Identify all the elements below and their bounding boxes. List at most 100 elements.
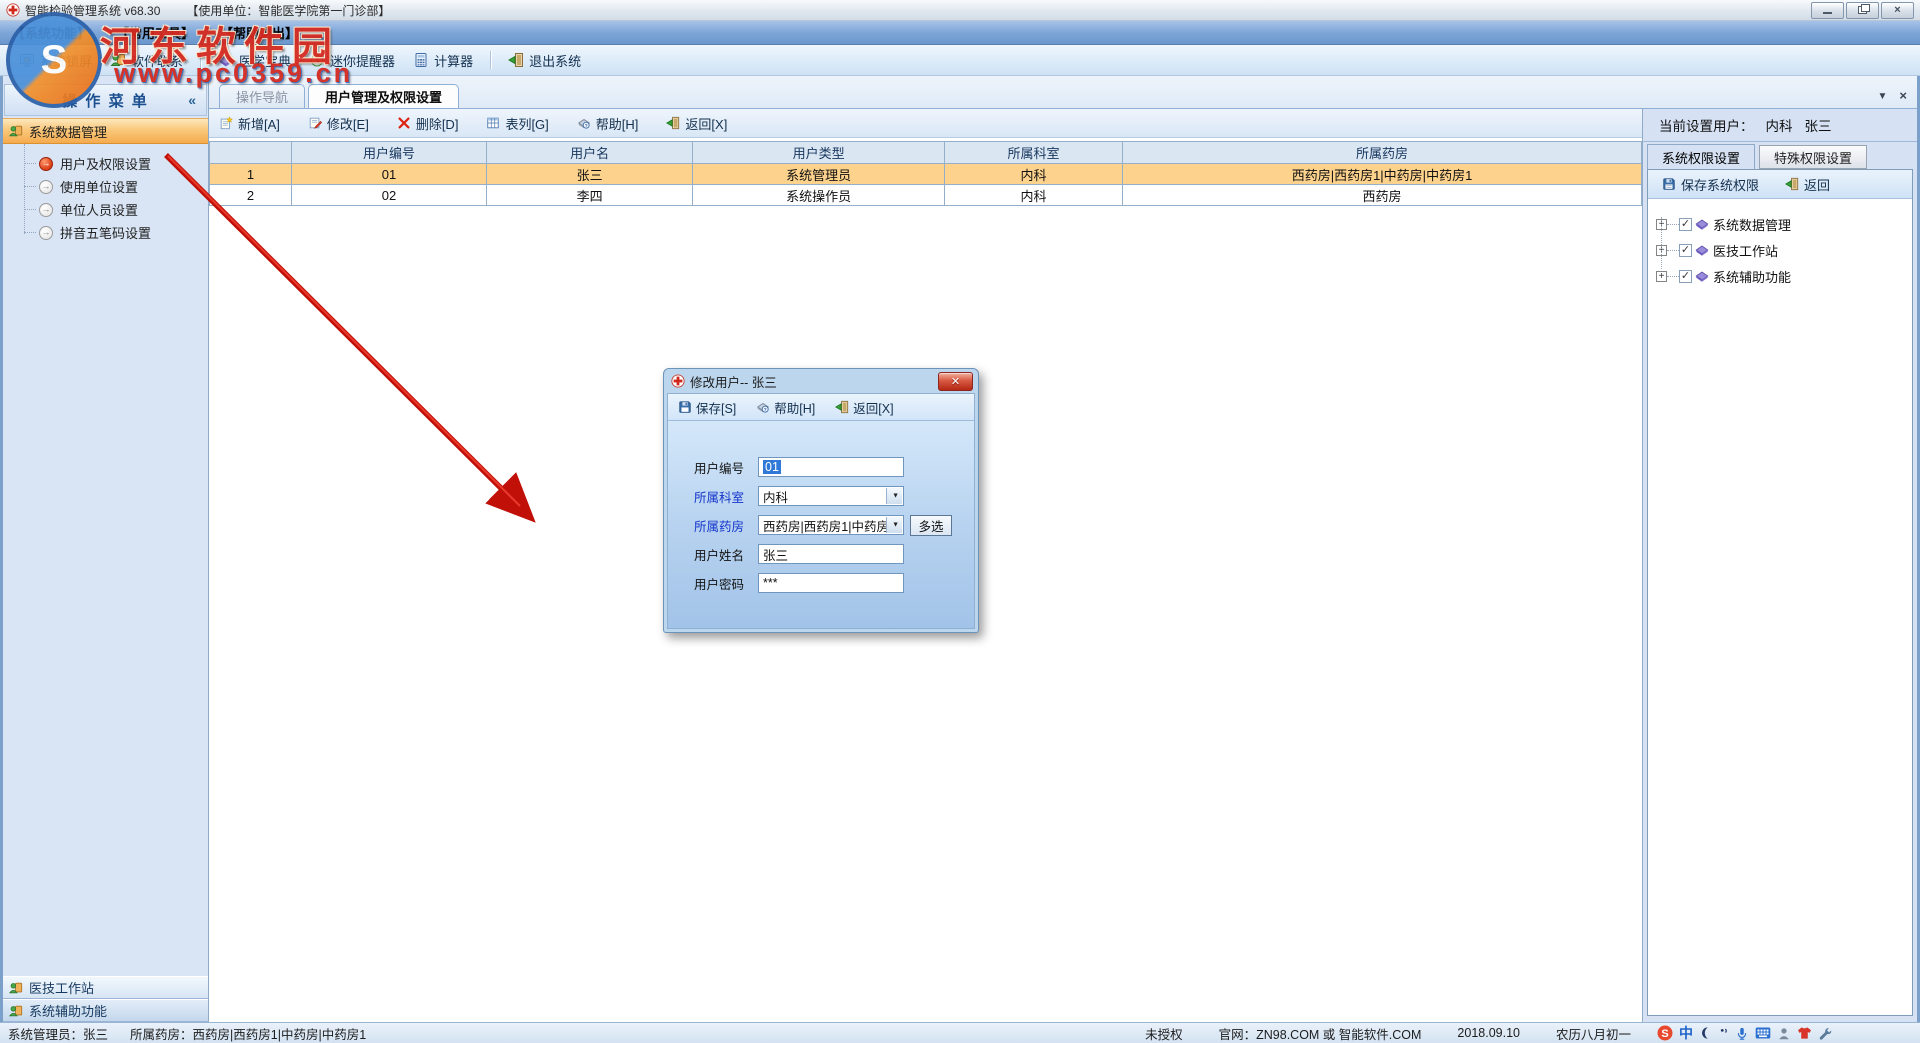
add-icon bbox=[220, 116, 233, 130]
cell-department: 内科 bbox=[943, 163, 1124, 185]
minimize-button[interactable] bbox=[1811, 1, 1844, 19]
edit-button[interactable]: 修改[E] bbox=[308, 114, 369, 133]
ime-mic-icon[interactable] bbox=[1735, 1026, 1749, 1041]
help-book-icon: ? bbox=[577, 118, 590, 129]
header-pharmacy[interactable]: 所属药房 bbox=[1122, 141, 1642, 164]
table-row[interactable]: 2 02 李四 系统操作员 内科 西药房 bbox=[209, 184, 1642, 206]
sidebar-title: 操 作 菜 单 bbox=[62, 92, 149, 110]
tree-node-system-data[interactable]: + 系统数据管理 bbox=[1656, 211, 1912, 237]
software-contact-button[interactable]: 软件联系 bbox=[110, 51, 183, 70]
sidebar-collapse-icon[interactable]: « bbox=[188, 92, 198, 108]
mini-reminder-button[interactable]: 迷你提醒器 bbox=[309, 51, 395, 70]
expand-icon[interactable]: + bbox=[1656, 270, 1667, 282]
sidebar-header: 操 作 菜 单 « bbox=[4, 84, 207, 116]
header-user-type[interactable]: 用户类型 bbox=[692, 141, 945, 164]
header-department[interactable]: 所属科室 bbox=[943, 141, 1124, 164]
sidebar-panel-system-aux[interactable]: 系统辅助功能 bbox=[3, 999, 208, 1022]
close-button[interactable]: × bbox=[1881, 1, 1914, 19]
svg-text:?: ? bbox=[585, 123, 588, 129]
cell-index: 1 bbox=[209, 163, 292, 185]
sidebar-item-unit-settings[interactable]: → 使用单位设置 bbox=[3, 175, 208, 198]
sogou-logo-icon[interactable]: S bbox=[1657, 1025, 1673, 1041]
password-input[interactable]: *** bbox=[758, 573, 904, 593]
help-button[interactable]: ? 帮助[H] bbox=[577, 114, 639, 133]
minimize-icon bbox=[1823, 11, 1832, 14]
dialog-save-button[interactable]: 保存[S] bbox=[678, 398, 736, 417]
action-toolbar: 新增[A] 修改[E] 删除[D] 表列[G] ? 帮助[H] 返回[X] bbox=[209, 109, 1642, 138]
dialog-return-label: 返回[X] bbox=[853, 401, 894, 416]
save-permissions-button[interactable]: 保存系统权限 bbox=[1662, 175, 1759, 194]
tab-system-permissions[interactable]: 系统权限设置 bbox=[1647, 144, 1756, 169]
return-button[interactable]: 返回[X] bbox=[666, 114, 727, 133]
dialog-close-button[interactable]: ✕ bbox=[938, 371, 973, 391]
tree-node-system-aux[interactable]: + 系统辅助功能 bbox=[1656, 263, 1912, 289]
password-value: *** bbox=[763, 576, 778, 590]
sidebar-group-system-data[interactable]: 系统数据管理 bbox=[3, 118, 208, 144]
menu-help-exit[interactable]: 【帮助退出】 bbox=[220, 23, 298, 42]
tree-node-medtech[interactable]: + 医技工作站 bbox=[1656, 237, 1912, 263]
columns-button[interactable]: 表列[G] bbox=[486, 114, 549, 133]
checkbox-checked-icon[interactable] bbox=[1679, 217, 1692, 231]
tab-close-icon[interactable]: × bbox=[1899, 89, 1907, 102]
exit-system-label: 退出系统 bbox=[529, 53, 582, 69]
tab-user-management[interactable]: 用户管理及权限设置 bbox=[308, 84, 460, 108]
cell-user-name: 张三 bbox=[485, 163, 694, 185]
checkbox-checked-icon[interactable] bbox=[1679, 243, 1692, 257]
return-door-icon bbox=[835, 400, 849, 414]
dialog-title-bar[interactable]: 修改用户-- 张三 ✕ bbox=[667, 369, 975, 393]
tab-special-permissions[interactable]: 特殊权限设置 bbox=[1759, 145, 1868, 169]
permission-box: 保存系统权限 返回 + ✓ 系统数据管理 + ✓ 医技工作站 + ✓ 系统辅助功… bbox=[1647, 169, 1913, 1016]
selected-bullet-icon: → bbox=[39, 156, 53, 171]
add-button[interactable]: 新增[A] bbox=[219, 114, 280, 133]
lock-screen-button[interactable]: 系统锁屏 bbox=[19, 51, 92, 70]
ime-person-icon[interactable] bbox=[1777, 1026, 1791, 1041]
pharmacy-select[interactable]: 西药房|西药房1|中药房 ▼ bbox=[758, 515, 904, 535]
header-user-code[interactable]: 用户编号 bbox=[290, 141, 488, 164]
user-name-input[interactable]: 张三 bbox=[758, 544, 904, 564]
cell-pharmacy: 西药房|西药房1|中药房|中药房1 bbox=[1122, 163, 1642, 185]
menu-bar: 【系统功能】 【常用工具】 【帮助退出】 bbox=[0, 21, 1920, 45]
sidebar-item-user-permissions[interactable]: → 用户及权限设置 bbox=[3, 152, 208, 175]
dialog-help-button[interactable]: ? 帮助[H] bbox=[756, 398, 815, 417]
header-user-name[interactable]: 用户名 bbox=[485, 141, 694, 164]
ime-skin-shirt-icon[interactable] bbox=[1797, 1026, 1812, 1040]
table-row-selected[interactable]: 1 01 张三 系统管理员 内科 西药房|西药房1|中药房|中药房1 bbox=[209, 163, 1642, 185]
expand-icon[interactable]: + bbox=[1656, 244, 1667, 256]
medical-book-button[interactable]: 医学宝典 bbox=[218, 51, 291, 70]
close-icon: × bbox=[1894, 3, 1901, 16]
dialog-return-button[interactable]: 返回[X] bbox=[835, 398, 894, 417]
menu-system[interactable]: 【系统功能】 bbox=[12, 23, 90, 42]
tab-operation-nav[interactable]: 操作导航 bbox=[219, 84, 306, 108]
ime-punctuation-icon[interactable] bbox=[1719, 1026, 1729, 1040]
delete-label: 删除[D] bbox=[415, 116, 459, 132]
module-book-icon bbox=[1695, 245, 1709, 256]
current-user-header: 当前设置用户： 内科 张三 bbox=[1643, 109, 1917, 142]
header-index[interactable] bbox=[209, 141, 292, 164]
sidebar-item-unit-personnel[interactable]: → 单位人员设置 bbox=[3, 198, 208, 221]
exit-system-button[interactable]: 退出系统 bbox=[508, 51, 581, 70]
ime-toolbox-wrench-icon[interactable] bbox=[1818, 1026, 1832, 1041]
tab-list-dropdown-icon[interactable]: ▼ bbox=[1878, 91, 1888, 102]
sidebar: 操 作 菜 单 « 系统数据管理 → 用户及权限设置 → 使用单位设置 → 单位… bbox=[3, 76, 209, 1022]
current-user-label: 当前设置用户： bbox=[1659, 119, 1754, 134]
ime-keyboard-icon[interactable] bbox=[1755, 1026, 1771, 1040]
expand-icon[interactable]: + bbox=[1656, 218, 1667, 230]
checkbox-checked-icon[interactable] bbox=[1679, 269, 1692, 283]
calculator-button[interactable]: 计算器 bbox=[413, 51, 473, 70]
tab-label: 用户管理及权限设置 bbox=[325, 90, 443, 105]
ime-moon-icon[interactable] bbox=[1699, 1026, 1713, 1040]
sidebar-panel-medtech-workstation[interactable]: 医技工作站 bbox=[3, 976, 208, 999]
help-label: 帮助[H] bbox=[595, 116, 639, 132]
multi-select-button[interactable]: 多选 bbox=[910, 514, 952, 536]
department-select[interactable]: 内科 ▼ bbox=[758, 486, 904, 506]
sidebar-item-pinyin-wubi[interactable]: → 拼音五笔码设置 bbox=[3, 221, 208, 244]
restore-button[interactable] bbox=[1846, 1, 1879, 19]
edit-icon bbox=[309, 117, 322, 129]
menu-tools[interactable]: 【常用工具】 bbox=[116, 23, 194, 42]
user-name-label: 用户姓名 bbox=[694, 548, 745, 563]
user-code-input[interactable]: 01 bbox=[758, 457, 904, 477]
panel-return-button[interactable]: 返回 bbox=[1785, 175, 1830, 194]
return-door-icon bbox=[1785, 177, 1799, 191]
ime-chinese-mode[interactable]: 中 bbox=[1679, 1023, 1693, 1043]
delete-button[interactable]: 删除[D] bbox=[397, 114, 459, 133]
